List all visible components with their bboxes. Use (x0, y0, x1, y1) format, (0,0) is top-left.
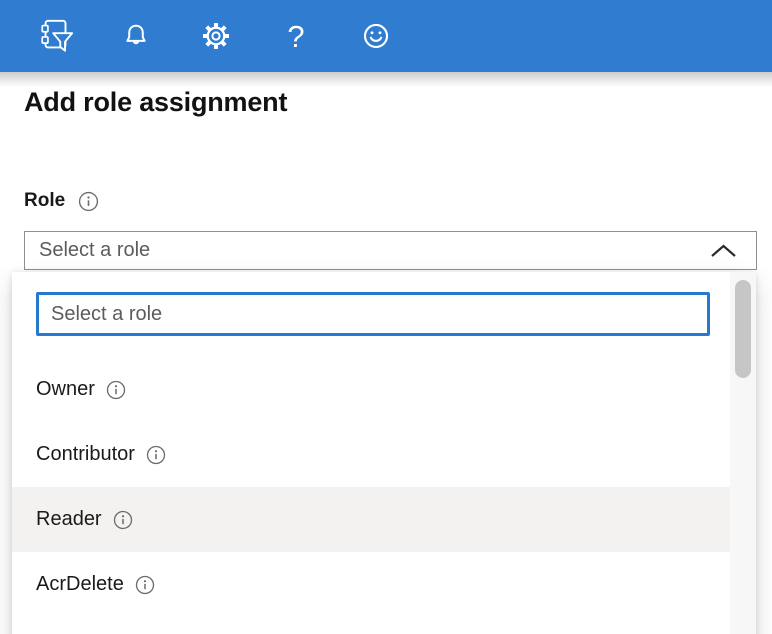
role-option[interactable]: AcrDelete (12, 552, 730, 617)
settings-gear-icon (201, 21, 231, 51)
notifications-bell-icon (122, 22, 150, 50)
dropdown-scrollbar-thumb[interactable] (735, 280, 751, 378)
role-option-info-icon[interactable] (135, 575, 155, 595)
chevron-up-icon (710, 244, 737, 258)
role-options-list: Owner Contributor Reader AcrDelete (12, 357, 730, 617)
role-select-trigger[interactable]: Select a role (24, 231, 757, 270)
role-option[interactable]: Contributor (12, 422, 730, 487)
help-icon: ? (287, 21, 304, 52)
feedback-smiley-icon (361, 21, 391, 51)
role-option-label: Owner (36, 378, 95, 401)
dropdown-scrollbar-track[interactable] (730, 272, 756, 634)
role-label: Role (24, 190, 65, 212)
role-option[interactable]: Owner (12, 357, 730, 422)
role-option-label: AcrDelete (36, 573, 124, 596)
feedback-button[interactable] (356, 16, 396, 56)
screen: ? Add role assignment Role Select a role (0, 0, 772, 634)
notifications-button[interactable] (116, 16, 156, 56)
role-select-value: Select a role (39, 239, 150, 262)
top-bar: ? (0, 0, 772, 72)
role-search-wrap (12, 272, 756, 336)
help-button[interactable]: ? (276, 16, 316, 56)
role-dropdown-panel: Owner Contributor Reader AcrDelete (12, 272, 756, 634)
role-label-row: Role (24, 190, 99, 212)
topbar-shadow (0, 72, 772, 87)
role-info-icon[interactable] (78, 191, 99, 212)
role-option-info-icon[interactable] (106, 380, 126, 400)
role-search-input[interactable] (36, 292, 710, 336)
role-option[interactable]: Reader (12, 487, 730, 552)
settings-button[interactable] (196, 16, 236, 56)
role-option-info-icon[interactable] (146, 445, 166, 465)
page-title: Add role assignment (24, 87, 287, 118)
directory-filter-icon (37, 17, 75, 55)
role-option-label: Contributor (36, 443, 135, 466)
role-option-info-icon[interactable] (113, 510, 133, 530)
directory-filter-button[interactable] (36, 16, 76, 56)
role-option-label: Reader (36, 508, 102, 531)
